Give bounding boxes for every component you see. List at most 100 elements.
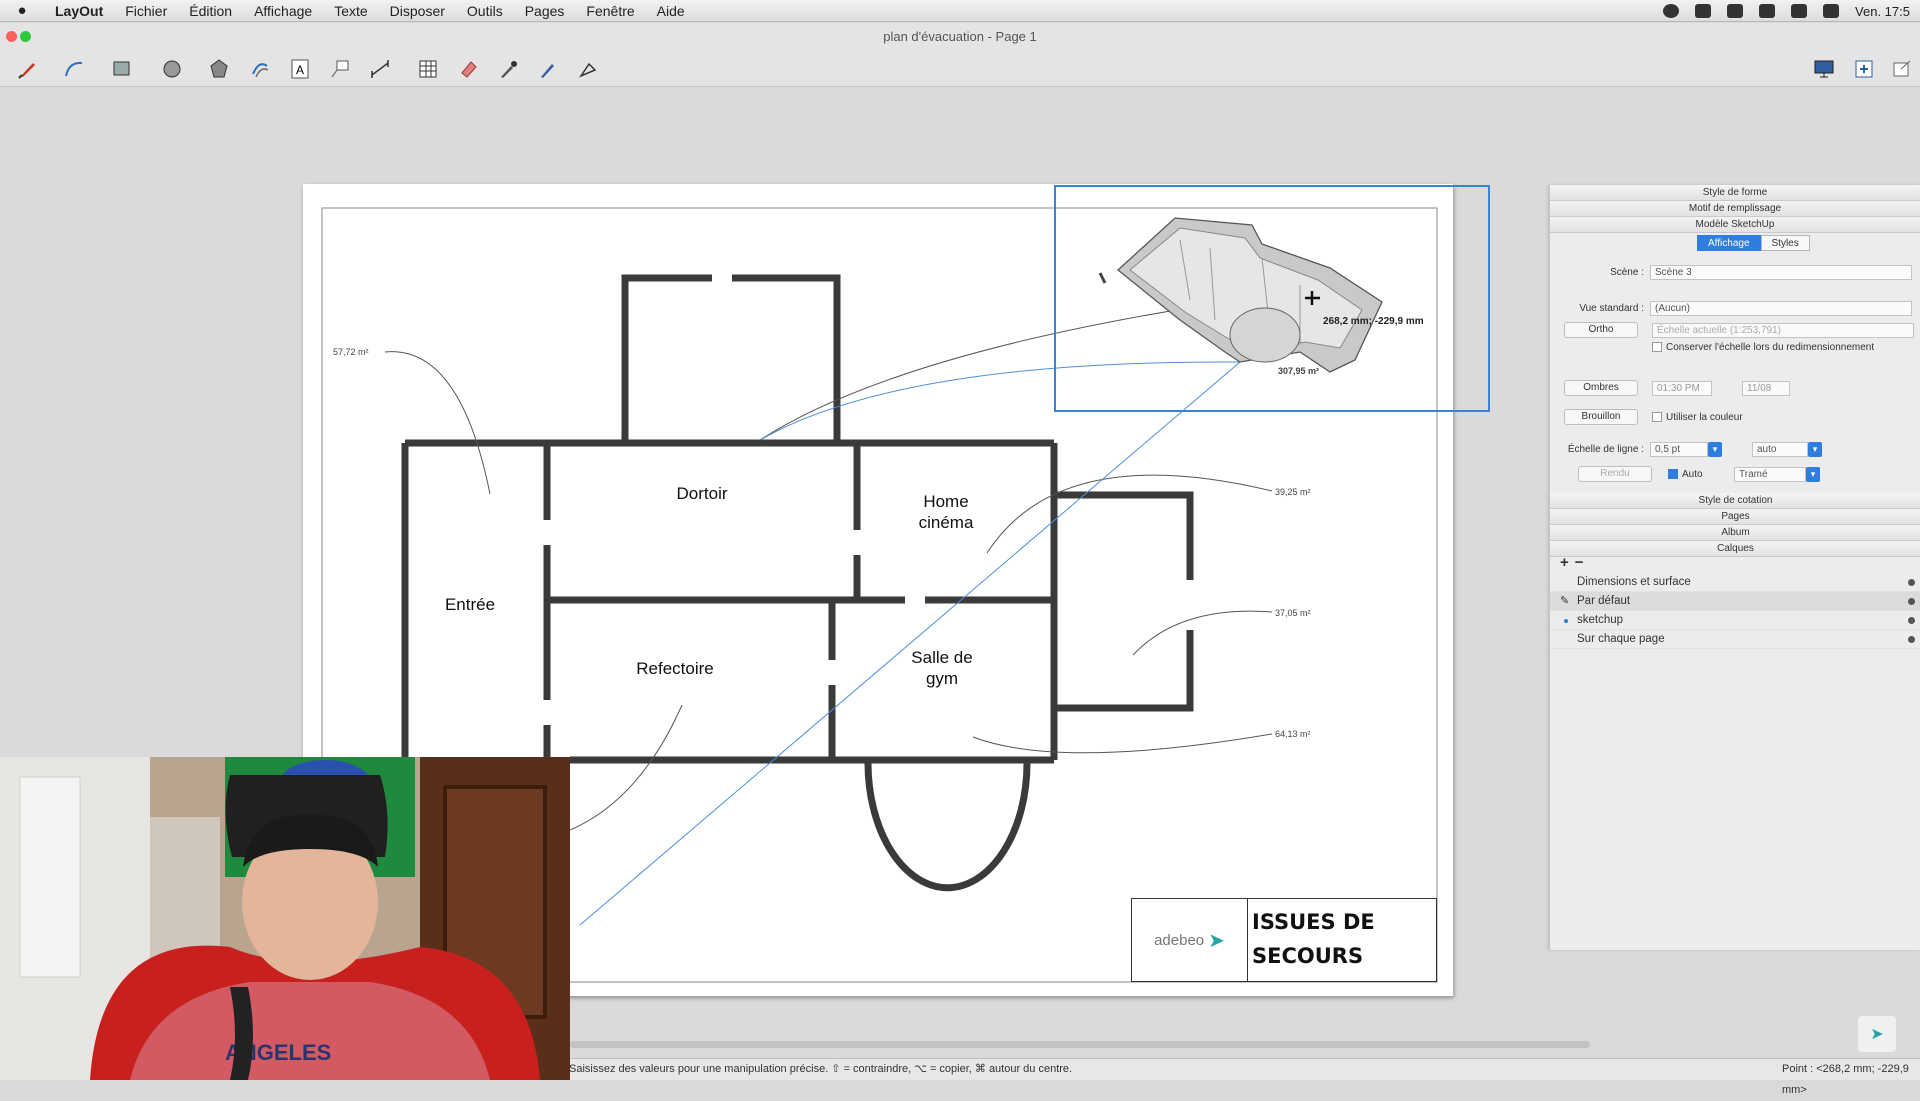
shadow-date-field[interactable]: 11/08 [1742,380,1790,396]
shadows-row: Ombres 01:30 PM 11/08 [1550,379,1920,397]
render-mode-stepper[interactable]: ▾ [1806,466,1820,482]
layer-item[interactable]: ✎ Par défaut [1550,592,1920,611]
horizontal-scrollbar[interactable] [570,1041,1590,1048]
draft-button[interactable]: Brouillon [1564,409,1638,425]
line-scale-auto-stepper[interactable]: ▾ [1808,441,1822,457]
layer-name: Par défaut [1577,595,1631,607]
layer-item[interactable]: sketchup [1550,611,1920,630]
menu-app[interactable]: LayOut [44,3,114,19]
close-window-icon[interactable] [6,31,17,42]
shadows-button[interactable]: Ombres [1564,380,1638,396]
panel-header-pattern-fill[interactable]: Motif de remplissage [1550,201,1920,217]
remove-layer-button[interactable]: − [1575,554,1584,571]
area-label-entree[interactable]: 57,72 m² [333,347,369,357]
menu-disposer[interactable]: Disposer [379,3,456,19]
eye-icon[interactable] [1908,579,1915,586]
draft-row: Brouillon Utiliser la couleur [1550,408,1920,426]
text-icon[interactable]: A [286,57,314,81]
menu-outils[interactable]: Outils [456,3,514,19]
scene-label: Scène : [1610,266,1644,278]
render-mode-select[interactable]: Tramé [1734,466,1806,482]
render-row: Rendu Auto Tramé ▾ [1550,465,1920,483]
preserve-scale-label: Conserver l'échelle lors du redimensionn… [1666,342,1875,353]
eye-icon[interactable] [1908,617,1915,624]
panel-header-shape-style[interactable]: Style de forme [1550,185,1920,201]
menu-pages[interactable]: Pages [514,3,576,19]
selected-viewport[interactable] [1054,185,1490,412]
eye-icon[interactable] [1908,636,1915,643]
rectangle-icon[interactable] [108,57,136,81]
toolbar: A [0,51,1920,87]
eye-icon[interactable] [1908,598,1915,605]
style-brush-icon[interactable] [534,57,562,81]
apple-icon[interactable]: ● [0,2,44,19]
ortho-row: Ortho Échelle actuelle (1:253,791) [1550,321,1920,339]
layer-item[interactable]: Dimensions et surface [1550,573,1920,592]
ortho-button[interactable]: Ortho [1564,322,1638,338]
menu-affichage[interactable]: Affichage [243,3,323,19]
eyedropper-icon[interactable] [494,57,522,81]
area-label-room[interactable]: 37,05 m² [1275,608,1311,618]
room-label-salle-de-gym[interactable]: Salle de gym [902,647,982,689]
room-label-home-cinema[interactable]: Home cinéma [901,491,991,533]
layers-list: + − Dimensions et surface ✎ Par défaut sk… [1550,551,1920,649]
panel-header-album[interactable]: Album [1550,525,1920,541]
add-page-icon[interactable] [1850,57,1878,81]
room-label-entree[interactable]: Entrée [445,594,495,615]
panel-header-sketchup-model[interactable]: Modèle SketchUp [1550,217,1920,233]
preserve-scale-checkbox[interactable] [1652,342,1662,352]
airplay-icon[interactable] [1727,4,1744,18]
label-icon[interactable] [326,57,354,81]
panel-header-dimension-style[interactable]: Style de cotation [1550,493,1920,509]
menu-aide[interactable]: Aide [646,3,696,19]
use-color-checkbox[interactable] [1652,412,1662,422]
room-label-dortoir[interactable]: Dortoir [676,483,727,504]
presentation-icon[interactable] [1810,57,1838,81]
menu-fenetre[interactable]: Fenêtre [575,3,645,19]
menu-texte[interactable]: Texte [323,3,378,19]
app-tray-icon[interactable] [1663,4,1680,18]
offset-icon[interactable] [246,57,274,81]
scene-select[interactable]: Scène 3 [1650,264,1912,280]
arc-icon[interactable] [60,57,88,81]
line-scale-field[interactable]: 0,5 pt [1650,441,1708,457]
room-label-refectoire[interactable]: Refectoire [636,658,713,679]
layer-name: sketchup [1577,614,1624,626]
share-icon[interactable] [1888,57,1916,81]
pencil-icon: ✎ [1560,595,1570,607]
eraser-icon[interactable] [454,57,482,81]
bluetooth-icon[interactable] [1759,4,1776,18]
line-scale-row: Échelle de ligne : 0,5 pt ▾ auto ▾ [1550,440,1920,458]
area-label-annex[interactable]: 39,25 m² [1275,487,1311,497]
dimension-icon[interactable] [366,57,394,81]
minimize-window-icon[interactable] [20,31,31,42]
tab-affichage[interactable]: Affichage [1697,235,1761,251]
pen-icon[interactable] [14,57,42,81]
wifi-icon[interactable] [1791,4,1808,18]
split-icon[interactable] [574,57,602,81]
cloud-tray-icon[interactable] [1695,4,1712,18]
render-button[interactable]: Rendu [1578,466,1652,482]
menu-fichier[interactable]: Fichier [114,3,178,19]
polygon-icon[interactable] [205,57,233,81]
standard-view-select[interactable]: (Aucun) [1650,300,1912,316]
panel-header-pages[interactable]: Pages [1550,509,1920,525]
line-scale-stepper[interactable]: ▾ [1708,441,1722,457]
volume-icon[interactable] [1823,4,1840,18]
menu-edition[interactable]: Édition [178,3,243,19]
line-scale-auto-field[interactable]: auto [1752,441,1808,457]
webcam-overlay: ANGELES [0,757,570,1080]
title-line-2: SECOURS [1252,944,1364,968]
table-icon[interactable] [414,57,442,81]
layer-item[interactable]: Sur chaque page [1550,630,1920,649]
auto-render-checkbox[interactable] [1668,469,1678,479]
layer-tools: + − [1550,551,1920,573]
tab-styles[interactable]: Styles [1760,235,1810,251]
scale-select[interactable]: Échelle actuelle (1:253,791) [1652,322,1914,338]
shadow-time-field[interactable]: 01:30 PM [1652,380,1712,396]
circle-icon[interactable] [158,57,186,81]
clock[interactable]: Ven. 17:5 [1855,4,1910,19]
add-layer-button[interactable]: + [1560,554,1569,571]
title-block[interactable]: adebeo ➤ ISSUES DE SECOURS [1131,898,1437,982]
area-label-gym[interactable]: 64,13 m² [1275,729,1311,739]
